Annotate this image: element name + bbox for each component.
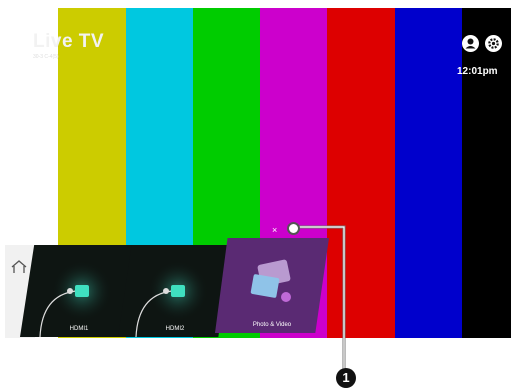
callout-line — [296, 225, 346, 370]
callout-number: 1 — [336, 368, 356, 388]
callout-marker — [287, 222, 300, 235]
